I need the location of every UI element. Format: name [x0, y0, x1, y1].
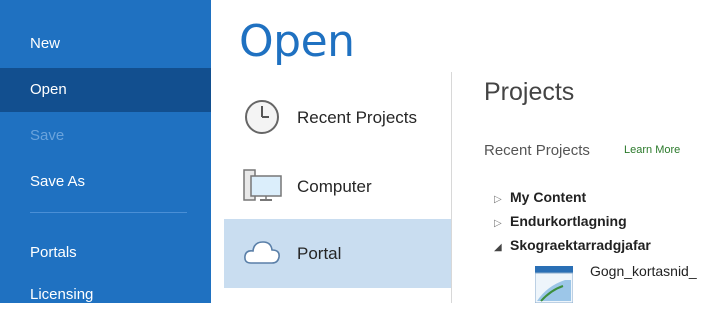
project-thumbnail-icon: [535, 266, 574, 303]
clock-icon: [242, 97, 282, 137]
page-title: Open: [239, 16, 355, 67]
project-item[interactable]: Gogn_kortasnid_: [535, 262, 718, 303]
backstage-nav: New Open Save Save As Portals Licensing: [0, 0, 211, 303]
nav-divider: [30, 212, 187, 213]
project-name: Gogn_kortasnid_: [590, 263, 697, 279]
location-label: Computer: [297, 177, 372, 196]
nav-item-portals[interactable]: Portals: [0, 231, 211, 275]
tree-node-endurkortlagning[interactable]: ▷ Endurkortlagning: [494, 213, 627, 229]
expand-arrow-icon[interactable]: ▷: [494, 218, 510, 229]
collapse-arrow-icon[interactable]: ◢: [494, 242, 510, 253]
nav-item-save-as[interactable]: Save As: [0, 160, 211, 204]
nav-item-open[interactable]: Open: [0, 68, 211, 112]
location-label: Recent Projects: [297, 108, 417, 127]
cloud-icon: [242, 233, 282, 273]
projects-heading: Projects: [484, 78, 575, 106]
computer-icon: [242, 166, 282, 206]
learn-more-link[interactable]: Learn More: [624, 144, 680, 156]
tree-node-label: Skograektarradgjafar: [510, 237, 651, 253]
tree-node-label: My Content: [510, 189, 587, 205]
tree-node-skograektarradgjafar[interactable]: ◢ Skograektarradgjafar: [494, 237, 651, 253]
location-label: Portal: [297, 244, 342, 263]
location-recent-projects[interactable]: Recent Projects: [224, 83, 451, 152]
expand-arrow-icon[interactable]: ▷: [494, 194, 510, 205]
tree-node-label: Endurkortlagning: [510, 213, 627, 229]
location-computer[interactable]: Computer: [224, 152, 451, 221]
column-divider: [451, 72, 452, 303]
recent-projects-label: Recent Projects: [484, 142, 590, 159]
nav-item-new[interactable]: New: [0, 22, 211, 66]
nav-item-save: Save: [30, 127, 65, 144]
tree-node-my-content[interactable]: ▷ My Content: [494, 189, 586, 205]
location-portal[interactable]: Portal: [224, 219, 451, 288]
nav-item-licensing[interactable]: Licensing: [0, 273, 211, 317]
